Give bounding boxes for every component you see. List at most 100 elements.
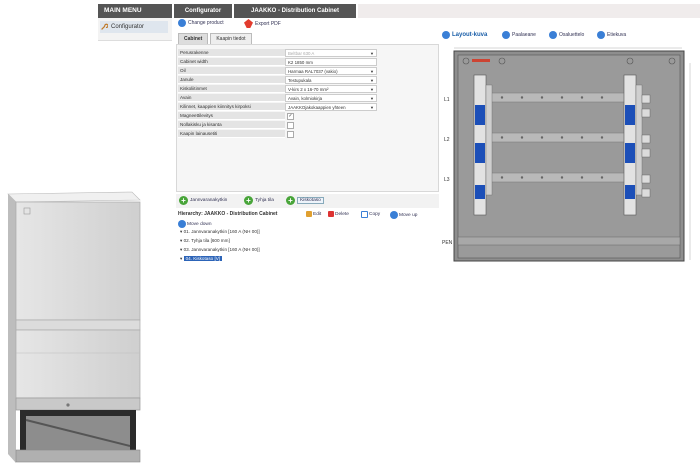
parts-list-tab[interactable]: Osaluettelo bbox=[549, 31, 584, 39]
row-label-l3: L3 bbox=[444, 177, 450, 183]
property-value: JAAKKOjakokaappien yhteen bbox=[288, 105, 346, 110]
property-value: Harmaa RAL7037 (vakio) bbox=[288, 69, 338, 74]
front-view-tab[interactable]: Paalaeane bbox=[502, 31, 536, 39]
property-checkbox[interactable]: ✓ bbox=[287, 113, 294, 120]
property-row: Kilinnet, kaappien kiinnitys kirpoksi JA… bbox=[178, 103, 378, 111]
tab-strip-filler bbox=[358, 4, 700, 18]
arrow-up-icon bbox=[390, 211, 398, 219]
tab-cabinet[interactable]: Cabinet bbox=[178, 33, 209, 44]
property-label: Perusrakenne bbox=[178, 49, 285, 57]
delete-icon bbox=[328, 211, 334, 217]
property-row: Magneettilevitys ✓ bbox=[178, 112, 378, 120]
pdf-icon bbox=[244, 19, 253, 28]
plus-icon: + bbox=[286, 196, 295, 205]
property-label: Oil bbox=[178, 67, 285, 75]
layout-view-header: Layout-kuva Paalaeane Osaluettelo Etieku… bbox=[442, 31, 700, 43]
view-icon bbox=[502, 31, 510, 39]
layout-drawing: L1 L2 L3 PEN bbox=[442, 47, 691, 262]
property-label: Janule bbox=[178, 76, 285, 84]
property-row: Cabinet width K2 1850 mm bbox=[178, 58, 378, 66]
layout-title: Layout-kuva bbox=[452, 32, 488, 38]
refresh-icon bbox=[178, 19, 186, 27]
caret-down-icon: ▼ bbox=[370, 105, 374, 110]
property-row: Kiskoliitinmet V-kirs 2 x 16-70 mm² ▼ bbox=[178, 85, 378, 93]
layout-view-tab[interactable]: Layout-kuva bbox=[442, 31, 487, 39]
export-pdf-label: Export PDF bbox=[255, 20, 281, 27]
pencil-icon bbox=[306, 211, 312, 217]
property-value: Testupukala bbox=[288, 78, 312, 83]
tree-item[interactable]: ▾ 03. Jannvaranakytkin [160 A (NH 00)] bbox=[180, 247, 260, 253]
edit-button[interactable]: Edit bbox=[306, 211, 321, 217]
module-label: Tyhja tila bbox=[255, 198, 274, 203]
export-pdf-button[interactable]: Export PDF bbox=[244, 19, 281, 28]
property-label: Kilinnet, kaappien kiinnitys kirpoksi bbox=[178, 103, 285, 111]
tree-title: Hierarchy: JAAKKO - Distribution Cabinet bbox=[178, 211, 278, 217]
property-label: Kiskoliitinmet bbox=[178, 85, 285, 93]
change-product-button[interactable]: Change product bbox=[178, 19, 224, 27]
tree-item-label: 02. Tyhja tila [600 mm] bbox=[183, 238, 230, 243]
arrow-down-icon bbox=[178, 220, 186, 228]
properties-panel: Perusrakenne Beltbar 630 A ▼ Cabinet widt… bbox=[176, 44, 439, 192]
property-checkbox[interactable] bbox=[287, 122, 294, 129]
row-label-l1: L1 bbox=[444, 97, 450, 103]
property-value: Beltbar 630 A bbox=[288, 51, 315, 56]
tree-item[interactable]: ▾ 02. Tyhja tila [600 mm] bbox=[180, 238, 230, 244]
front-image-tab[interactable]: Etiekuva bbox=[597, 31, 626, 39]
property-row: Kaapin lainausetiti bbox=[178, 130, 378, 138]
property-select[interactable]: JAAKKOjakokaappien yhteen ▼ bbox=[285, 103, 377, 111]
action-label: Copy bbox=[369, 212, 381, 217]
property-value: V-kirs 2 x 16-70 mm² bbox=[288, 87, 329, 92]
tree-item-selected[interactable]: ▾ 04. Kiskotaso [V] bbox=[180, 256, 223, 262]
copy-button[interactable]: Copy bbox=[361, 211, 380, 218]
view-icon bbox=[442, 31, 450, 39]
property-row: Avain Avain, kolmiokirja ▼ bbox=[178, 94, 378, 102]
add-empty-space-button[interactable]: + Tyhja tila bbox=[244, 196, 274, 205]
property-select[interactable]: Avain, kolmiokirja ▼ bbox=[285, 94, 377, 102]
view-icon bbox=[597, 31, 605, 39]
sidebar-item-label: Configurator bbox=[111, 24, 145, 30]
add-switch-disconnector-button[interactable]: + Jannvaranakytkin bbox=[179, 196, 227, 205]
row-label-pen: PEN bbox=[442, 240, 453, 246]
property-label: Magneettilevitys bbox=[178, 112, 285, 120]
property-input[interactable]: K2 1850 mm bbox=[285, 58, 377, 66]
sidebar: Configurator bbox=[98, 18, 172, 41]
property-value: Avain, kolmiokirja bbox=[288, 96, 323, 101]
property-label: Kaapin lainausetiti bbox=[178, 130, 285, 138]
action-label: Edit bbox=[313, 211, 322, 217]
row-label-l2: L2 bbox=[444, 137, 450, 143]
tab-configurator[interactable]: Configurator bbox=[174, 4, 232, 18]
property-row: Perusrakenne Beltbar 630 A ▼ bbox=[178, 49, 378, 57]
caret-down-icon: ▼ bbox=[370, 51, 374, 56]
move-down-button[interactable]: Move down bbox=[178, 220, 212, 228]
tree-item-label: 03. Jannvaranakytkin [160 A (NH 00)] bbox=[183, 247, 260, 252]
property-checkbox[interactable] bbox=[287, 131, 294, 138]
change-product-label: Change product bbox=[188, 20, 224, 26]
view-label: Osaluettelo bbox=[559, 32, 585, 38]
add-busbar-level-button[interactable]: + Kiskotaso bbox=[286, 196, 324, 205]
caret-down-icon: ▼ bbox=[370, 69, 374, 74]
property-select[interactable]: Testupukala ▼ bbox=[285, 76, 377, 84]
property-value: K2 1850 mm bbox=[288, 60, 313, 65]
tab-kaapin-tiedot[interactable]: Kaapin tiedot bbox=[210, 33, 252, 44]
tab-jaakko-cabinet[interactable]: JAAKKO - Distribution Cabinet bbox=[234, 4, 356, 18]
sidebar-item-configurator[interactable]: Configurator bbox=[100, 21, 168, 33]
config-tabs: Cabinet Kaapin tiedot bbox=[178, 33, 252, 44]
property-label: Nollakisku ja kisanta bbox=[178, 121, 285, 129]
hierarchy-tree: Hierarchy: JAAKKO - Distribution Cabinet… bbox=[176, 209, 439, 279]
view-label: Paalaeane bbox=[512, 32, 536, 38]
module-label: Kiskotaso bbox=[297, 197, 324, 204]
property-row: Oil Harmaa RAL7037 (vakio) ▼ bbox=[178, 67, 378, 75]
property-select[interactable]: V-kirs 2 x 16-70 mm² ▼ bbox=[285, 85, 377, 93]
property-row: Janule Testupukala ▼ bbox=[178, 76, 378, 84]
caret-down-icon: ▼ bbox=[370, 78, 374, 83]
property-select[interactable]: Beltbar 630 A ▼ bbox=[285, 49, 377, 57]
wrench-icon bbox=[101, 23, 108, 30]
tree-item[interactable]: ▾ 01. Jannvaranakytkin [160 A (NH 00)] bbox=[180, 229, 260, 235]
delete-button[interactable]: Delete bbox=[328, 211, 349, 217]
plus-icon: + bbox=[179, 196, 188, 205]
plus-icon: + bbox=[244, 196, 253, 205]
property-select[interactable]: Harmaa RAL7037 (vakio) ▼ bbox=[285, 67, 377, 75]
property-label: Cabinet width bbox=[178, 58, 285, 66]
cabinet-photo bbox=[7, 191, 141, 463]
move-up-button[interactable]: Move up bbox=[390, 211, 417, 219]
